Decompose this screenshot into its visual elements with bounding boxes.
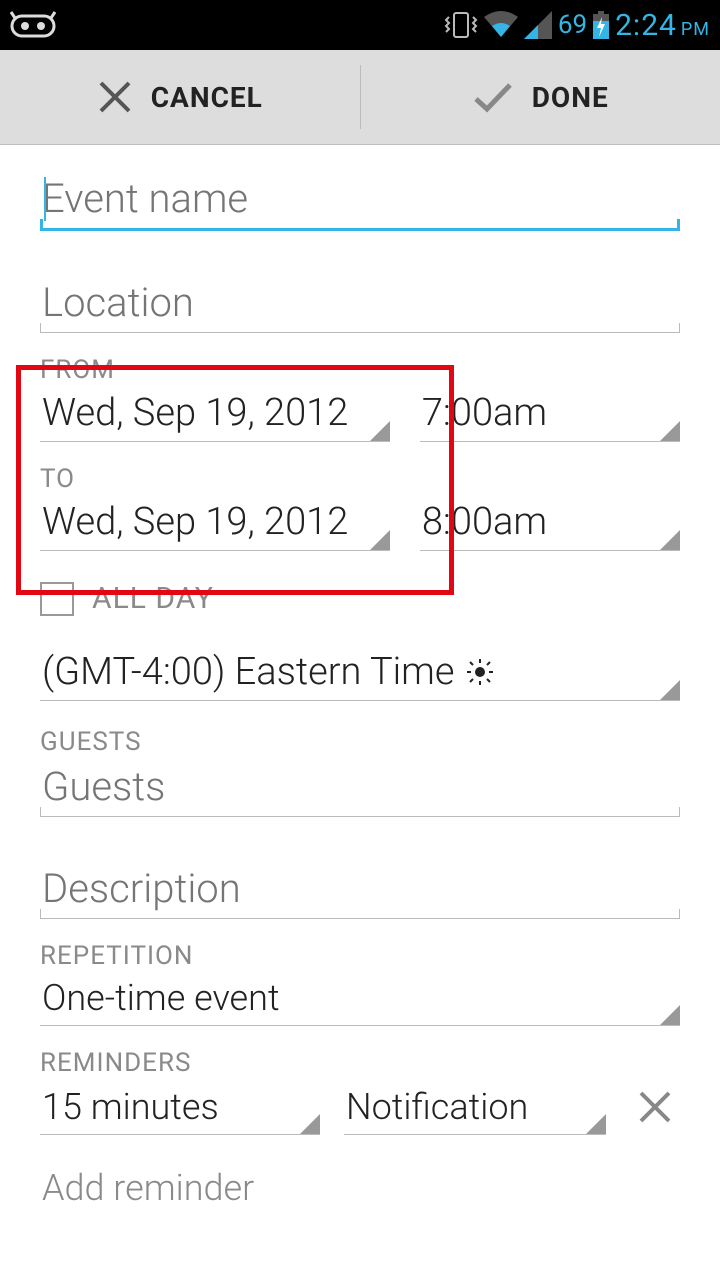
all-day-label: ALL DAY — [92, 581, 214, 616]
location-wrapper — [40, 265, 680, 333]
text-cursor — [44, 177, 46, 221]
all-day-row[interactable]: ALL DAY — [40, 581, 680, 616]
event-name-wrapper — [40, 163, 680, 231]
add-reminder-button[interactable]: Add reminder — [40, 1163, 680, 1213]
clock: 2:24PM — [615, 8, 710, 43]
sun-icon — [467, 659, 493, 685]
clock-time: 2:24 — [615, 8, 677, 43]
action-bar: CANCEL DONE — [0, 50, 720, 145]
close-icon — [97, 79, 133, 115]
to-label: TO — [40, 464, 680, 494]
remove-reminder-button[interactable] — [630, 1089, 680, 1135]
event-name-input[interactable] — [40, 163, 680, 231]
cyanogenmod-icon — [10, 10, 56, 40]
description-input[interactable] — [40, 851, 680, 919]
reminder-row: 15 minutes Notification — [40, 1082, 680, 1135]
timezone-value: (GMT-4:00) Eastern Time — [42, 650, 455, 694]
event-form: FROM Wed, Sep 19, 2012 7:00am TO Wed, Se… — [0, 163, 720, 1213]
signal-icon — [524, 11, 552, 39]
from-date-spinner[interactable]: Wed, Sep 19, 2012 — [40, 387, 390, 442]
guests-label: GUESTS — [40, 727, 680, 757]
done-button[interactable]: DONE — [361, 50, 720, 144]
all-day-checkbox[interactable] — [40, 582, 74, 616]
clock-ampm: PM — [681, 19, 710, 40]
timezone-spinner[interactable]: (GMT-4:00) Eastern Time — [40, 646, 680, 701]
battery-percent: 69 — [558, 10, 587, 40]
vibrate-icon — [444, 10, 478, 40]
reminder-type-spinner[interactable]: Notification — [344, 1082, 606, 1135]
description-wrapper — [40, 851, 680, 919]
done-label: DONE — [532, 81, 609, 114]
repetition-spinner[interactable]: One-time event — [40, 973, 680, 1026]
guests-input[interactable] — [40, 759, 680, 817]
check-icon — [472, 79, 514, 115]
from-label: FROM — [40, 355, 680, 385]
status-left — [10, 10, 56, 40]
location-input[interactable] — [40, 265, 680, 333]
cancel-label: CANCEL — [151, 81, 263, 114]
wifi-icon — [484, 11, 518, 39]
reminder-duration-spinner[interactable]: 15 minutes — [40, 1082, 320, 1135]
status-bar: 69 2:24PM — [0, 0, 720, 50]
status-right: 69 2:24PM — [444, 8, 710, 43]
reminders-label: REMINDERS — [40, 1048, 680, 1078]
to-date-spinner[interactable]: Wed, Sep 19, 2012 — [40, 496, 390, 551]
repetition-label: REPETITION — [40, 941, 680, 971]
to-time-spinner[interactable]: 8:00am — [420, 496, 680, 551]
battery-icon — [593, 11, 609, 39]
guests-wrapper — [40, 759, 680, 817]
close-icon — [637, 1089, 673, 1125]
cancel-button[interactable]: CANCEL — [0, 50, 360, 144]
from-time-spinner[interactable]: 7:00am — [420, 387, 680, 442]
